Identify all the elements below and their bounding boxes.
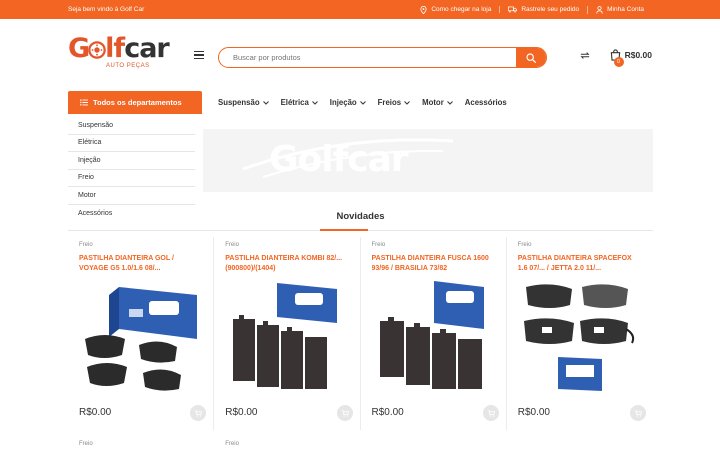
product-category[interactable]: Freio <box>68 441 214 447</box>
brake-pads-image <box>523 284 634 391</box>
nav-item-motor[interactable]: Motor <box>422 98 453 107</box>
product-image[interactable] <box>79 278 203 398</box>
cart-plus-icon <box>634 410 642 417</box>
chevron-down-icon <box>359 100 366 105</box>
chevron-down-icon <box>262 100 269 105</box>
nav-label: Acessórios <box>464 98 507 107</box>
search-icon <box>526 52 536 63</box>
department-list: Suspensão Elétrica Injeção Freio Motor A… <box>68 117 195 222</box>
my-account-label: Minha Conta <box>607 6 644 13</box>
search-button[interactable] <box>516 48 546 67</box>
product-title[interactable]: PASTILHA DIANTEIRA GOL / VOYAGE G5 1.0/1… <box>79 254 202 273</box>
add-to-cart-button[interactable] <box>336 405 353 421</box>
section-underline <box>320 229 368 231</box>
search-input[interactable] <box>219 48 516 67</box>
chevron-down-icon <box>404 100 410 105</box>
list-icon <box>80 99 88 106</box>
my-account-link[interactable]: Minha Conta <box>587 5 652 14</box>
product-price: R$0.00 <box>517 407 550 418</box>
banner-watermark: Golfcar <box>269 139 409 180</box>
cart-count-badge: 0 <box>613 57 624 67</box>
cart-plus-icon <box>341 410 349 417</box>
store-location-label: Como chegar na loja <box>431 6 492 13</box>
chevron-down-icon <box>446 100 453 105</box>
top-links: Como chegar na loja Rastrele seu pedido … <box>412 5 652 14</box>
all-departments-button[interactable]: Todos os departamentos <box>68 91 202 114</box>
product-image[interactable] <box>518 278 642 398</box>
nav-item-suspensao[interactable]: Suspensão <box>218 98 269 107</box>
section-title: Novidades <box>336 211 385 222</box>
compare-arrows-icon[interactable] <box>580 51 590 60</box>
search-bar <box>218 47 547 68</box>
product-row-2: Freio Freio <box>68 441 653 447</box>
brake-pads-image <box>379 281 484 389</box>
add-to-cart-button[interactable] <box>482 405 499 421</box>
logo-text-car: car <box>124 33 170 64</box>
hero-banner[interactable]: Golfcar <box>203 129 653 192</box>
logo[interactable]: Glfcar AUTO PEÇAS <box>68 35 186 75</box>
product-category[interactable]: Freio <box>518 242 642 248</box>
map-pin-icon <box>420 5 427 14</box>
hamburger-menu-icon[interactable] <box>194 49 204 62</box>
nav-row: Todos os departamentos Suspensão Elétric… <box>0 91 720 114</box>
nav-label: Elétrica <box>280 98 309 107</box>
sidebar-item-suspensao[interactable]: Suspensão <box>68 117 195 135</box>
product-card[interactable]: Freio PASTILHA DIANTEIRA KOMBI 82/... (9… <box>214 237 361 430</box>
header-icons: 0 R$0.00 <box>580 49 652 67</box>
sidebar-item-motor[interactable]: Motor <box>68 187 195 205</box>
nav-item-injecao[interactable]: Injeção <box>330 98 366 107</box>
product-category[interactable]: Freio <box>79 242 202 248</box>
product-grid: Freio PASTILHA DIANTEIRA GOL / VOYAGE G5… <box>68 237 653 430</box>
nav-label: Motor <box>422 98 444 107</box>
brake-pads-image <box>85 287 197 391</box>
section-divider <box>68 229 653 231</box>
product-image[interactable] <box>372 278 496 398</box>
track-order-label: Rastrele seu pedido <box>521 6 580 13</box>
cart-button[interactable]: 0 R$0.00 <box>610 49 652 67</box>
track-order-link[interactable]: Rastrele seu pedido <box>499 6 587 13</box>
cart-total: R$0.00 <box>624 50 652 60</box>
user-icon <box>596 5 603 14</box>
nav-item-acessorios[interactable]: Acessórios <box>465 98 507 107</box>
main-nav: Suspensão Elétrica Injeção Freios Motor … <box>218 98 507 107</box>
product-title[interactable]: PASTILHA DIANTEIRA FUSCA 1600 93/96 / BR… <box>372 254 495 273</box>
nav-label: Freios <box>377 98 402 107</box>
header: Glfcar AUTO PEÇAS 0 R$0.00 <box>0 19 720 91</box>
cart-plus-icon <box>195 410 203 417</box>
product-price: R$0.00 <box>225 407 258 418</box>
chevron-down-icon <box>311 100 318 105</box>
product-image[interactable] <box>225 278 349 398</box>
product-title[interactable]: PASTILHA DIANTEIRA KOMBI 82/... (900800)… <box>225 254 348 273</box>
nav-label: Suspensão <box>218 98 260 107</box>
brake-pads-image <box>233 283 338 389</box>
sidebar-item-eletrica[interactable]: Elétrica <box>68 135 195 152</box>
store-location-link[interactable]: Como chegar na loja <box>412 5 499 14</box>
nav-item-freios[interactable]: Freios <box>378 98 410 107</box>
top-bar: Seja bem vindo à Golf Car Como chegar na… <box>0 0 720 19</box>
product-card[interactable]: Freio PASTILHA DIANTEIRA GOL / VOYAGE G5… <box>68 237 215 430</box>
truck-icon <box>508 6 518 13</box>
product-price: R$0.00 <box>79 407 112 418</box>
all-departments-label: Todos os departamentos <box>93 98 182 107</box>
cart-plus-icon <box>487 410 495 417</box>
logo-text-lf: lf <box>105 33 125 64</box>
product-card[interactable]: Freio PASTILHA DIANTEIRA SPACEFOX 1.6 07… <box>507 237 653 430</box>
product-category[interactable]: Freio <box>214 441 360 447</box>
sidebar-item-injecao[interactable]: Injeção <box>68 152 195 170</box>
product-title[interactable]: PASTILHA DIANTEIRA SPACEFOX 1.6 07/... /… <box>518 254 642 273</box>
nav-item-eletrica[interactable]: Elétrica <box>281 98 318 107</box>
logo-text-g: G <box>68 33 90 64</box>
logo-subtitle: AUTO PEÇAS <box>106 63 150 69</box>
product-price: R$0.00 <box>371 407 404 418</box>
product-category[interactable]: Freio <box>372 242 495 248</box>
welcome-text: Seja bem vindo à Golf Car <box>68 6 145 13</box>
nav-label: Injeção <box>329 98 357 107</box>
sidebar-item-freio[interactable]: Freio <box>68 170 195 187</box>
add-to-cart-button[interactable] <box>630 405 646 421</box>
add-to-cart-button[interactable] <box>190 405 207 421</box>
product-category[interactable]: Freio <box>225 242 348 248</box>
product-card[interactable]: Freio PASTILHA DIANTEIRA FUSCA 1600 93/9… <box>361 237 507 430</box>
brake-disc-logo-icon <box>88 41 106 59</box>
